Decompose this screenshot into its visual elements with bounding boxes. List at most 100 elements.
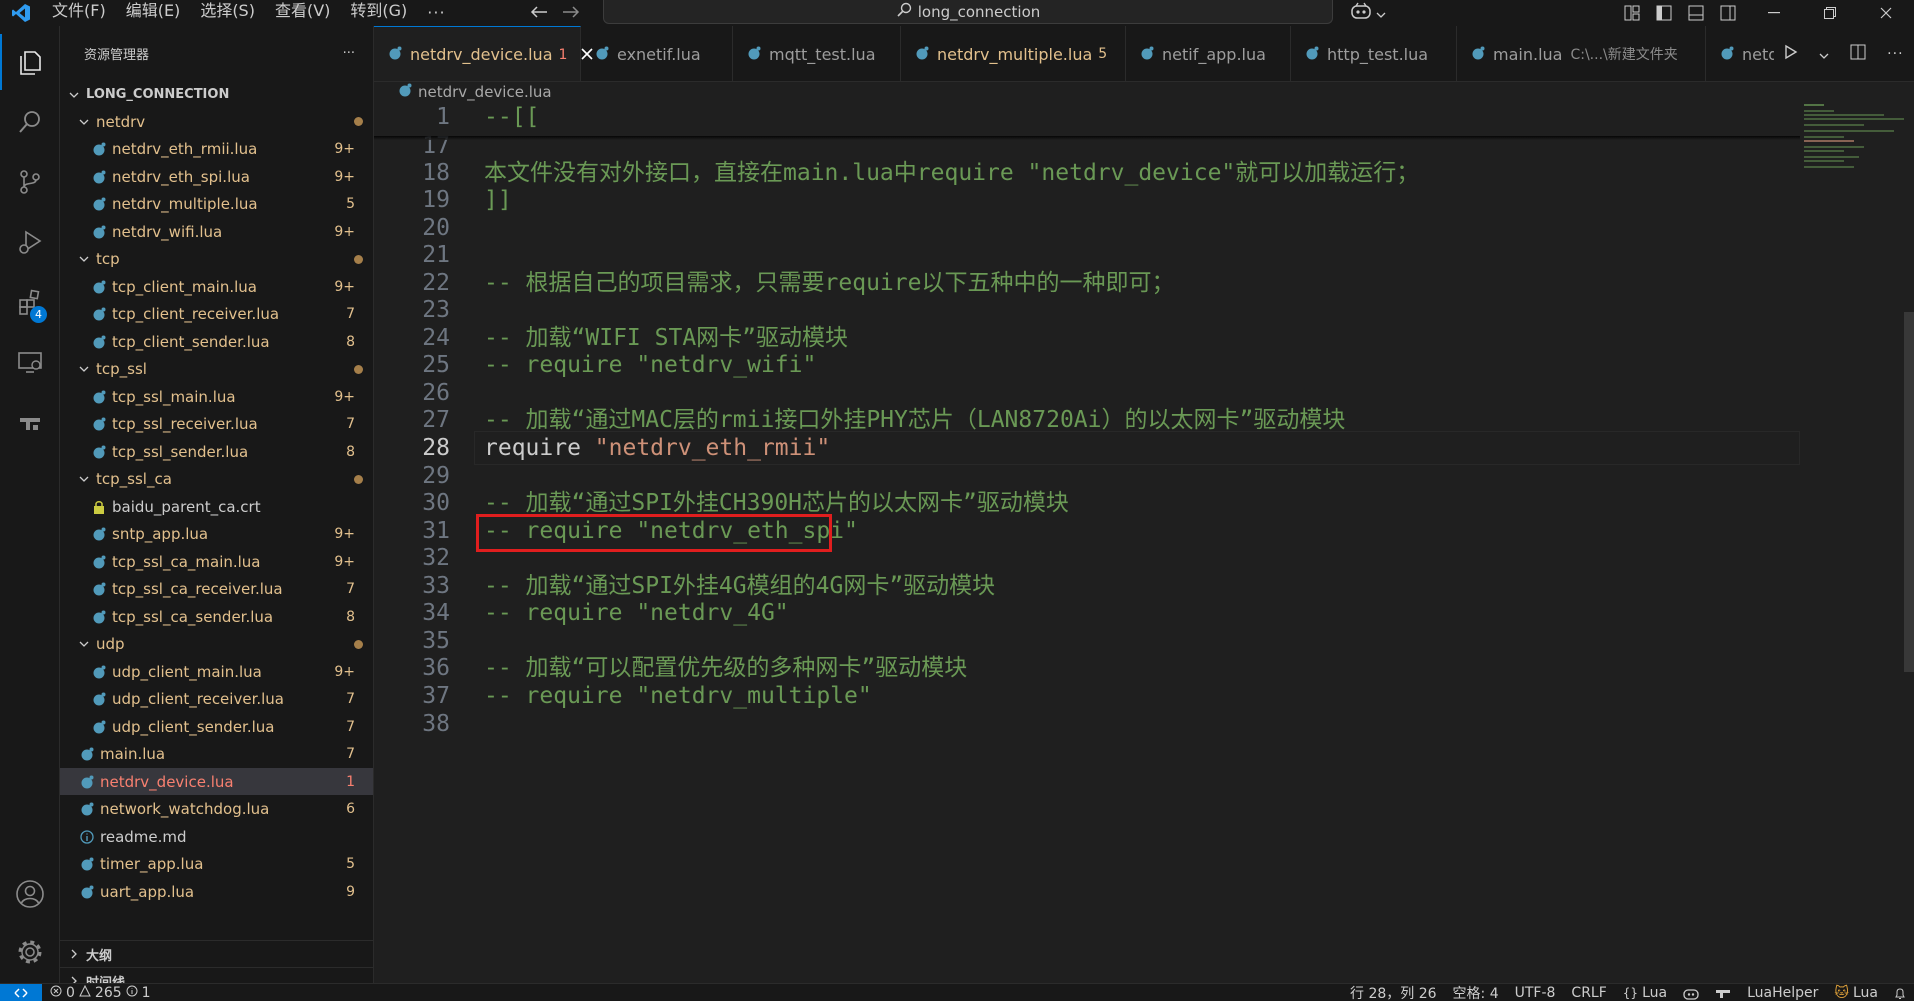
forward-arrow-icon[interactable]: [562, 4, 580, 23]
file-item[interactable]: readme.md: [60, 823, 373, 850]
file-item[interactable]: tcp_client_sender.lua 8: [60, 328, 373, 355]
luatos-status-icon[interactable]: [1707, 987, 1739, 999]
tab-editor[interactable]: main.lua C:\...\新建文件夹: [1457, 26, 1706, 81]
menu-item[interactable]: 查看(V): [265, 0, 340, 26]
tab-editor[interactable]: netdrv_multiple.lua 5: [901, 26, 1126, 81]
tab-editor[interactable]: http_test.lua: [1291, 26, 1457, 81]
code-editor[interactable]: 1 --[[17 18 本文件没有对外接口，直接在main.lua中require "…: [374, 102, 1914, 983]
outline-section[interactable]: 大纲: [60, 940, 373, 967]
file-item[interactable]: main.lua 7: [60, 741, 373, 768]
menu-more-button[interactable]: ···: [417, 4, 455, 22]
code-line[interactable]: 38: [374, 707, 1800, 741]
file-item[interactable]: timer_app.lua 5: [60, 851, 373, 878]
copilot-menu[interactable]: [1350, 0, 1386, 26]
tab-editor[interactable]: mqtt_test.lua: [733, 26, 901, 81]
toggle-secondary-sidebar-icon[interactable]: [1712, 5, 1744, 21]
folder-item[interactable]: tcp_ssl_ca: [60, 466, 373, 493]
close-window-icon[interactable]: [1858, 0, 1914, 26]
encoding[interactable]: UTF-8: [1507, 985, 1564, 1001]
file-item[interactable]: netdrv_wifi.lua 9+: [60, 218, 373, 245]
remote-indicator[interactable]: [0, 983, 42, 1001]
remote-explorer-icon[interactable]: [0, 334, 60, 390]
folder-label: tcp_ssl: [96, 360, 147, 378]
chevron-down-icon[interactable]: [1819, 45, 1829, 64]
extensions-icon[interactable]: 4: [0, 274, 60, 330]
file-item[interactable]: tcp_ssl_main.lua 9+: [60, 383, 373, 410]
copilot-status-icon[interactable]: [1675, 987, 1707, 1000]
workspace-root[interactable]: LONG_CONNECTION: [60, 81, 373, 108]
file-item[interactable]: baidu_parent_ca.crt: [60, 493, 373, 520]
file-item[interactable]: network_watchdog.lua 6: [60, 796, 373, 823]
file-item[interactable]: netdrv_device.lua 1: [60, 768, 373, 795]
back-arrow-icon[interactable]: [530, 4, 548, 23]
file-item[interactable]: udp_client_sender.lua 7: [60, 713, 373, 740]
source-control-icon[interactable]: [0, 154, 60, 210]
command-center-search[interactable]: long_connection: [603, 0, 1333, 24]
file-item[interactable]: netdrv_eth_spi.lua 9+: [60, 163, 373, 190]
file-item[interactable]: netdrv_eth_rmii.lua 9+: [60, 136, 373, 163]
tab-active[interactable]: netdrv_device.lua 1: [374, 26, 593, 81]
warning-count: 265: [94, 984, 122, 1001]
breadcrumb-file[interactable]: netdrv_device.lua: [418, 83, 552, 101]
folder-item[interactable]: tcp_ssl: [60, 356, 373, 383]
explorer-icon[interactable]: [0, 34, 60, 90]
notifications-bell-icon[interactable]: [1886, 987, 1914, 1000]
explorer-more-button[interactable]: ···: [343, 46, 355, 61]
minimize-icon[interactable]: [1746, 0, 1802, 26]
file-item[interactable]: udp_client_receiver.lua 7: [60, 686, 373, 713]
tab-label: mqtt_test.lua: [769, 44, 876, 64]
search-icon[interactable]: [0, 94, 60, 150]
file-item[interactable]: udp_client_main.lua 9+: [60, 658, 373, 685]
file-item[interactable]: tcp_client_main.lua 9+: [60, 273, 373, 300]
file-label: tcp_client_receiver.lua: [112, 305, 280, 323]
menu-item[interactable]: 选择(S): [190, 0, 265, 26]
editor-scrollbar[interactable]: [1904, 312, 1914, 672]
file-label: tcp_client_main.lua: [112, 277, 257, 296]
file-item[interactable]: tcp_ssl_ca_receiver.lua 7: [60, 576, 373, 603]
customize-layout-icon[interactable]: [1616, 5, 1648, 21]
accounts-icon[interactable]: [0, 866, 60, 922]
folder-item[interactable]: tcp: [60, 246, 373, 273]
language-label: Lua: [1642, 985, 1668, 1001]
cursor-position[interactable]: 行 28，列 26: [1342, 983, 1445, 1001]
run-play-icon[interactable]: [1784, 44, 1798, 64]
split-editor-icon[interactable]: [1850, 44, 1866, 64]
tab-editor[interactable]: netif_app.lua: [1126, 26, 1291, 81]
title-bar: 文件(F) 编辑(E) 选择(S) 查看(V) 转到(G) ··· long_conne…: [0, 0, 1914, 26]
menu-item[interactable]: 编辑(E): [116, 0, 191, 26]
luatos-icon[interactable]: [0, 394, 60, 450]
lua-file-icon: [388, 45, 402, 64]
code-token: -- 加载“通过SPI外挂CH390H芯片的以太网卡”驱动模块: [484, 490, 1069, 516]
menu-item[interactable]: 文件(F): [42, 0, 116, 26]
extensions-badge: 4: [30, 306, 47, 323]
restore-icon[interactable]: [1802, 0, 1858, 26]
folder-item[interactable]: udp: [60, 631, 373, 658]
luahelper-status[interactable]: LuaHelper: [1739, 985, 1826, 1001]
file-item[interactable]: tcp_ssl_receiver.lua 7: [60, 411, 373, 438]
file-item[interactable]: netdrv_multiple.lua 5: [60, 191, 373, 218]
problems-indicator[interactable]: 0 265 1: [42, 984, 159, 1001]
more-actions-icon[interactable]: ···: [1887, 46, 1903, 62]
file-item[interactable]: tcp_ssl_sender.lua 8: [60, 438, 373, 465]
file-item[interactable]: uart_app.lua 9: [60, 878, 373, 905]
menu-item[interactable]: 转到(G): [340, 0, 417, 26]
line-ending[interactable]: CRLF: [1563, 985, 1614, 1001]
file-label: sntp_app.lua: [112, 525, 209, 543]
run-debug-icon[interactable]: [0, 214, 60, 270]
toggle-panel-icon[interactable]: [1680, 5, 1712, 21]
file-item[interactable]: sntp_app.lua 9+: [60, 521, 373, 548]
lua-cat-icon: 🐱: [1834, 985, 1849, 1001]
minimap[interactable]: [1804, 102, 1906, 172]
tab-editor[interactable]: exnetif.lua: [581, 26, 733, 81]
lua-extension-status[interactable]: 🐱 Lua: [1826, 985, 1886, 1001]
file-item[interactable]: tcp_ssl_ca_main.lua 9+: [60, 548, 373, 575]
chevron-down-icon: [76, 475, 92, 483]
folder-item[interactable]: netdrv: [60, 108, 373, 135]
toggle-sidebar-icon[interactable]: [1648, 5, 1680, 21]
language-mode[interactable]: {} Lua: [1615, 985, 1675, 1001]
gear-icon[interactable]: [0, 924, 60, 980]
indentation[interactable]: 空格: 4: [1445, 983, 1507, 1001]
code-token: require: [484, 435, 595, 461]
file-item[interactable]: tcp_client_receiver.lua 7: [60, 301, 373, 328]
file-item[interactable]: tcp_ssl_ca_sender.lua 8: [60, 603, 373, 630]
